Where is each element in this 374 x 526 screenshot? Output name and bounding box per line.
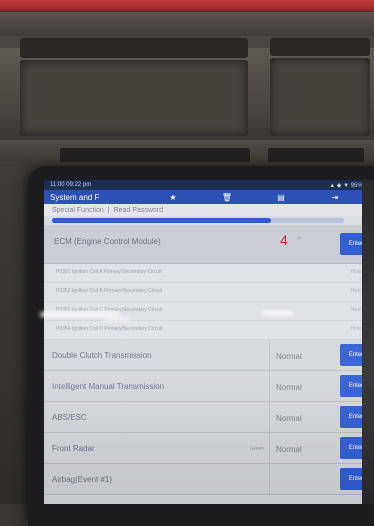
progress-fill bbox=[52, 218, 271, 223]
ridge-slot bbox=[60, 148, 250, 162]
breadcrumb: Special Function | Read Password bbox=[44, 204, 374, 216]
module-label: Front Radar bbox=[52, 444, 95, 453]
module-label: ABS/ESC bbox=[52, 413, 87, 422]
shelf-slot bbox=[20, 38, 248, 58]
column-divider bbox=[269, 402, 270, 432]
status-time: 11:00 09:22 pm bbox=[50, 182, 92, 188]
module-status: Normal bbox=[276, 352, 302, 361]
module-row[interactable]: Airbag(Event #1) Enter bbox=[44, 464, 374, 495]
column-divider bbox=[269, 433, 270, 463]
ecm-row[interactable]: ECM (Engine Control Module) 4 ⌃ Enter bbox=[44, 225, 374, 264]
trash-icon[interactable]: 🗑 bbox=[200, 193, 254, 202]
dtc-row: P0351 Ignition Coil A Primary/Secondary … bbox=[44, 264, 374, 283]
doc-icon[interactable]: ▤ bbox=[254, 193, 308, 202]
app-title: System and F bbox=[50, 192, 100, 202]
dtc-row: P0354 Ignition Coil D Primary/Secondary … bbox=[44, 321, 374, 340]
ecm-label: ECM (Engine Control Module) bbox=[54, 237, 161, 246]
tablet-screen: 11:00 09:22 pm ▲ ◆ ▼ 95% ■ System and F … bbox=[44, 180, 374, 504]
dtc-row: P0352 Ignition Coil B Primary/Secondary … bbox=[44, 283, 374, 302]
module-label: Intelligent Manual Transmission bbox=[52, 382, 165, 391]
column-divider bbox=[269, 464, 270, 494]
dtc-count: 4 bbox=[280, 232, 288, 248]
module-status: Normal bbox=[276, 383, 302, 392]
dtc-code: P0352 Ignition Coil B Primary/Secondary … bbox=[56, 288, 163, 294]
star-icon[interactable]: ★ bbox=[146, 193, 200, 202]
breadcrumb-separator: | bbox=[107, 206, 110, 214]
status-bar: 11:00 09:22 pm ▲ ◆ ▼ 95% ■ bbox=[44, 180, 374, 190]
dtc-code: P0351 Ignition Coil A Primary/Secondary … bbox=[56, 269, 162, 275]
shelf-recess bbox=[270, 58, 370, 136]
ridge-slot bbox=[268, 148, 364, 162]
breadcrumb-item[interactable]: Special Function bbox=[52, 207, 104, 214]
module-label: Double Clutch Transmission bbox=[52, 351, 152, 360]
shelf-top bbox=[0, 12, 374, 36]
chevron-up-icon[interactable]: ⌃ bbox=[296, 236, 303, 245]
column-divider bbox=[269, 340, 270, 370]
red-edge bbox=[0, 0, 374, 12]
app-bar: System and F ★ 🗑 ▤ ⇥ bbox=[44, 190, 374, 204]
dtc-code: P0353 Ignition Coil C Primary/Secondary … bbox=[56, 307, 163, 313]
exit-icon[interactable]: ⇥ bbox=[308, 193, 362, 202]
module-status: Normal bbox=[276, 445, 302, 454]
module-extra: Green bbox=[250, 446, 264, 452]
module-label: Airbag(Event #1) bbox=[52, 475, 113, 484]
module-list: ECM (Engine Control Module) 4 ⌃ Enter P0… bbox=[44, 225, 374, 495]
module-status: Normal bbox=[276, 414, 302, 423]
column-divider bbox=[269, 371, 270, 401]
shelf-slot bbox=[270, 38, 370, 56]
shelf-recess bbox=[20, 60, 248, 136]
dtc-code: P0354 Ignition Coil D Primary/Secondary … bbox=[56, 326, 163, 332]
tablet-side-edge bbox=[362, 180, 374, 504]
module-row[interactable]: Double Clutch Transmission Normal Enter bbox=[44, 340, 374, 371]
module-row[interactable]: ABS/ESC Normal Enter bbox=[44, 402, 374, 433]
breadcrumb-item[interactable]: Read Password bbox=[114, 207, 163, 214]
module-row[interactable]: Intelligent Manual Transmission Normal E… bbox=[44, 371, 374, 402]
progress-bar bbox=[52, 218, 344, 223]
dtc-row: P0353 Ignition Coil C Primary/Secondary … bbox=[44, 302, 374, 321]
module-row[interactable]: Front Radar Green Normal Enter bbox=[44, 433, 374, 464]
